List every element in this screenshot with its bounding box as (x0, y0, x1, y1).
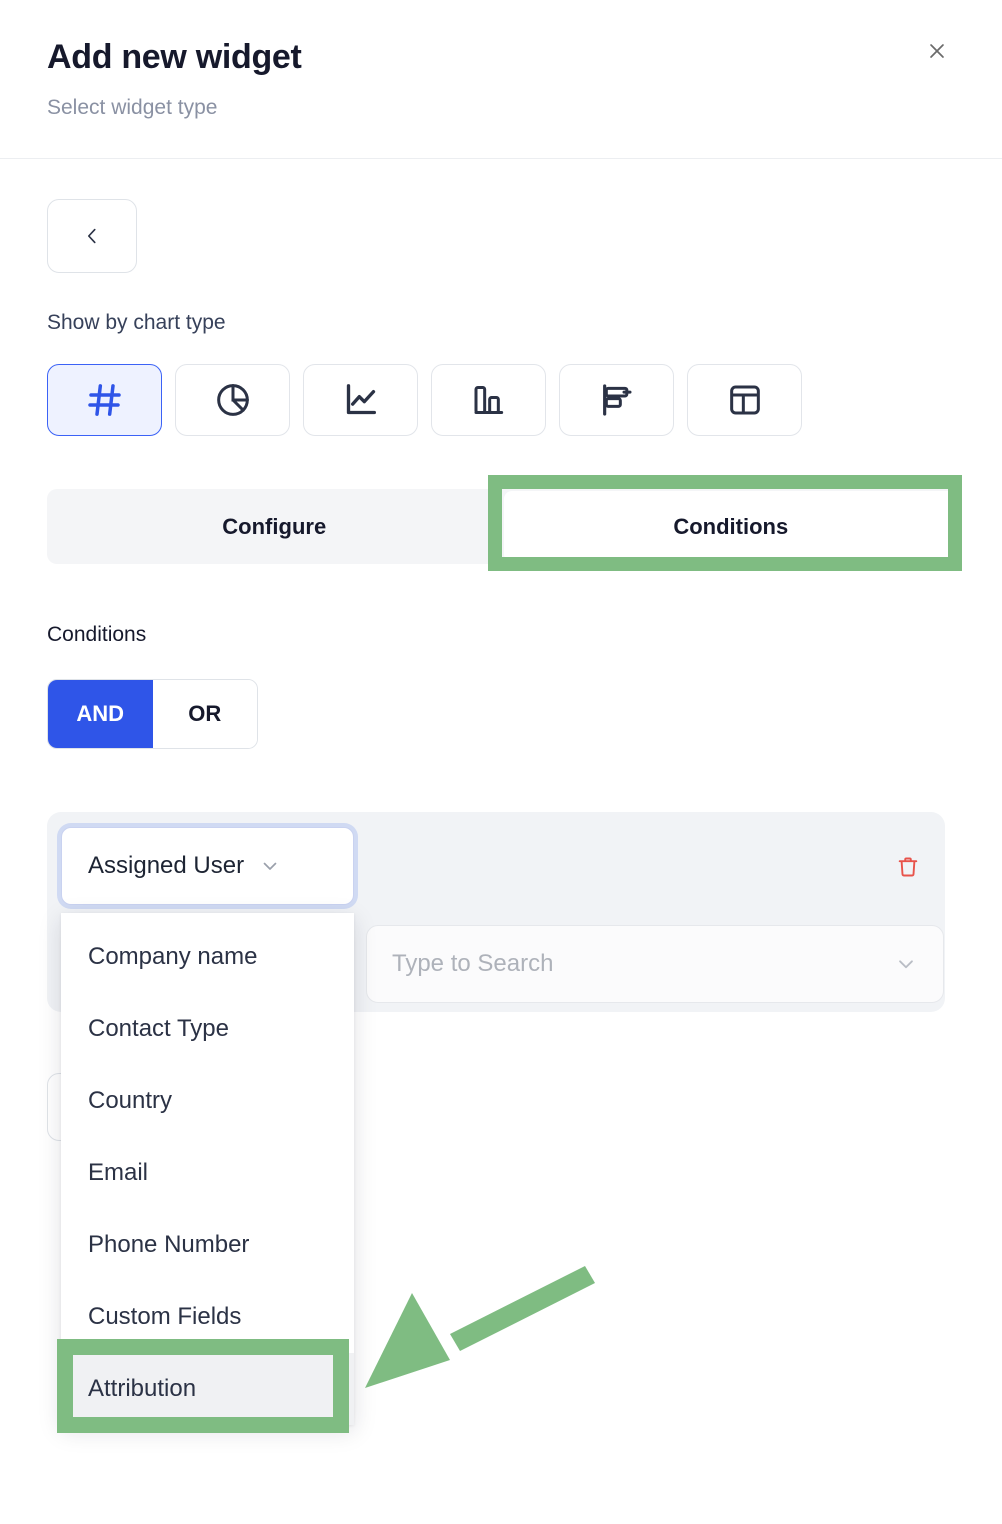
chart-type-bar[interactable] (559, 364, 674, 436)
dropdown-option-attribution[interactable]: Attribution (61, 1353, 354, 1425)
table-icon (729, 385, 760, 415)
tab-conditions[interactable]: Conditions (503, 491, 958, 562)
pie-chart-icon (216, 384, 249, 416)
condition-field-dropdown: Company name Contact Type Country Email … (61, 913, 354, 1425)
chart-type-number[interactable] (47, 364, 162, 436)
page-title: Add new widget (47, 38, 302, 76)
dropdown-option-phone-number[interactable]: Phone Number (61, 1209, 354, 1281)
page-subtitle: Select widget type (47, 96, 218, 119)
arrow-pointing-left-down-icon (365, 1266, 595, 1388)
logic-and-button[interactable]: AND (48, 680, 153, 748)
bar-chart-vertical-icon (473, 386, 503, 414)
back-button[interactable] (47, 199, 137, 273)
widget-tabs: Configure Conditions (47, 489, 960, 564)
chart-type-section-label: Show by chart type (47, 311, 226, 334)
add-widget-dialog: Add new widget Select widget type Show b… (0, 0, 1002, 1524)
chevron-left-icon (87, 228, 96, 244)
chevron-down-icon (893, 951, 919, 977)
condition-field-select[interactable]: Assigned User (61, 827, 354, 905)
chevron-down-icon (258, 854, 282, 878)
line-chart-icon (346, 384, 376, 415)
dropdown-option-contact-type[interactable]: Contact Type (61, 993, 354, 1065)
condition-field-value: Assigned User (88, 852, 245, 879)
annotation-arrow (365, 1266, 595, 1388)
close-icon (930, 44, 944, 58)
dropdown-option-custom-fields[interactable]: Custom Fields (61, 1281, 354, 1353)
trash-icon (898, 857, 918, 877)
condition-value-placeholder: Type to Search (392, 950, 554, 977)
conditions-label: Conditions (47, 623, 147, 646)
dropdown-option-email[interactable]: Email (61, 1137, 354, 1209)
condition-value-input[interactable]: Type to Search (366, 925, 944, 1003)
chart-type-table[interactable] (687, 364, 802, 436)
dialog-header: Add new widget Select widget type (0, 0, 1002, 159)
close-button[interactable] (920, 34, 954, 68)
hash-icon (87, 384, 121, 416)
chart-type-line[interactable] (303, 364, 418, 436)
chart-type-options (47, 364, 802, 436)
dropdown-option-company-name[interactable]: Company name (61, 921, 354, 993)
dropdown-option-country[interactable]: Country (61, 1065, 354, 1137)
delete-condition-button[interactable] (890, 848, 926, 886)
chart-type-pie[interactable] (175, 364, 290, 436)
tab-configure[interactable]: Configure (47, 489, 502, 564)
logic-or-button[interactable]: OR (152, 680, 257, 748)
chart-type-column[interactable] (431, 364, 546, 436)
bar-chart-horizontal-icon (602, 384, 631, 416)
logic-operator-toggle: AND OR (47, 679, 258, 749)
